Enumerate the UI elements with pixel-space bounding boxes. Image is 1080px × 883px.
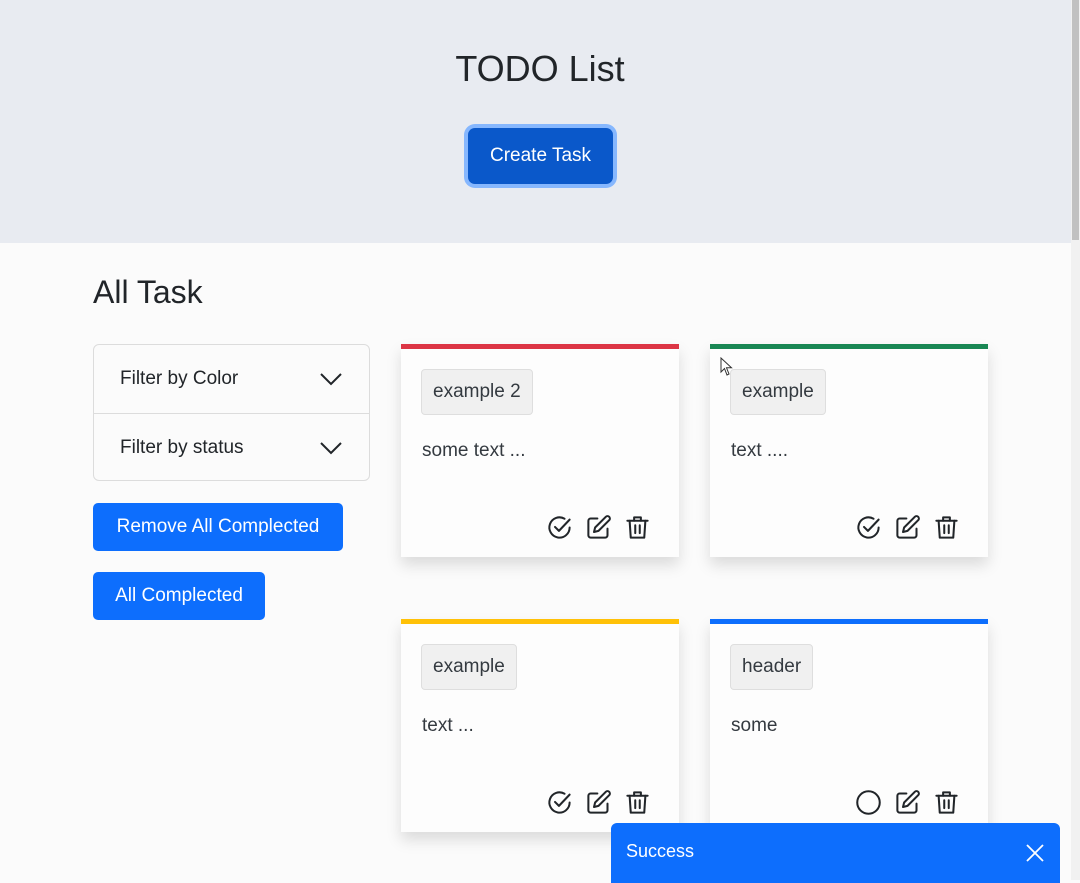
task-card: header some [710,619,988,832]
success-toast: Success [611,823,1060,883]
task-header: example [421,644,517,690]
task-color-bar [401,619,679,624]
task-text: some [731,715,778,736]
edit-icon[interactable] [894,789,921,816]
close-icon[interactable] [1024,842,1046,864]
trash-icon[interactable] [624,514,651,541]
task-color-bar [710,619,988,624]
task-text: text ... [422,715,474,736]
hero-header: TODO List Create Task [0,0,1071,243]
filter-label: Filter by Color [120,368,239,389]
filter-accordion: Filter by Color Filter by status [93,344,370,481]
task-card: example text ... [401,619,679,832]
page-title: TODO List [455,48,625,89]
check-circle-icon[interactable] [855,514,882,541]
edit-icon[interactable] [585,789,612,816]
task-header: header [730,644,814,690]
create-task-button[interactable]: Create Task [468,128,613,184]
task-actions [546,789,651,816]
task-text: text .... [731,440,789,461]
check-circle-icon[interactable] [546,514,573,541]
chevron-down-icon [320,441,342,454]
task-card: example 2 some text ... [401,344,679,557]
page-scrollbar[interactable] [1071,0,1080,880]
edit-icon[interactable] [894,514,921,541]
task-header: example [730,369,826,415]
toast-message: Success [626,841,695,861]
check-circle-icon[interactable] [546,789,573,816]
edit-icon[interactable] [585,514,612,541]
filter-label: Filter by status [120,436,244,458]
trash-icon[interactable] [933,789,960,816]
task-actions [855,514,960,541]
task-actions [855,789,960,816]
section-title: All Task [93,274,203,310]
remove-all-completed-button[interactable]: Remove All Complected [93,503,343,551]
task-color-bar [710,344,988,349]
task-color-bar [401,344,679,349]
circle-icon[interactable] [855,789,882,816]
scrollbar-thumb[interactable] [1072,0,1079,240]
trash-icon[interactable] [624,789,651,816]
task-text: some text ... [422,440,526,461]
task-header: example 2 [421,369,533,415]
task-actions [546,514,651,541]
filter-by-color[interactable]: Filter by Color [94,345,369,413]
trash-icon[interactable] [933,514,960,541]
all-completed-button[interactable]: All Complected [93,572,265,620]
chevron-down-icon [320,373,342,386]
mouse-cursor-icon [720,357,733,376]
filter-by-status[interactable]: Filter by status [94,413,369,481]
task-card: example text .... [710,344,988,557]
